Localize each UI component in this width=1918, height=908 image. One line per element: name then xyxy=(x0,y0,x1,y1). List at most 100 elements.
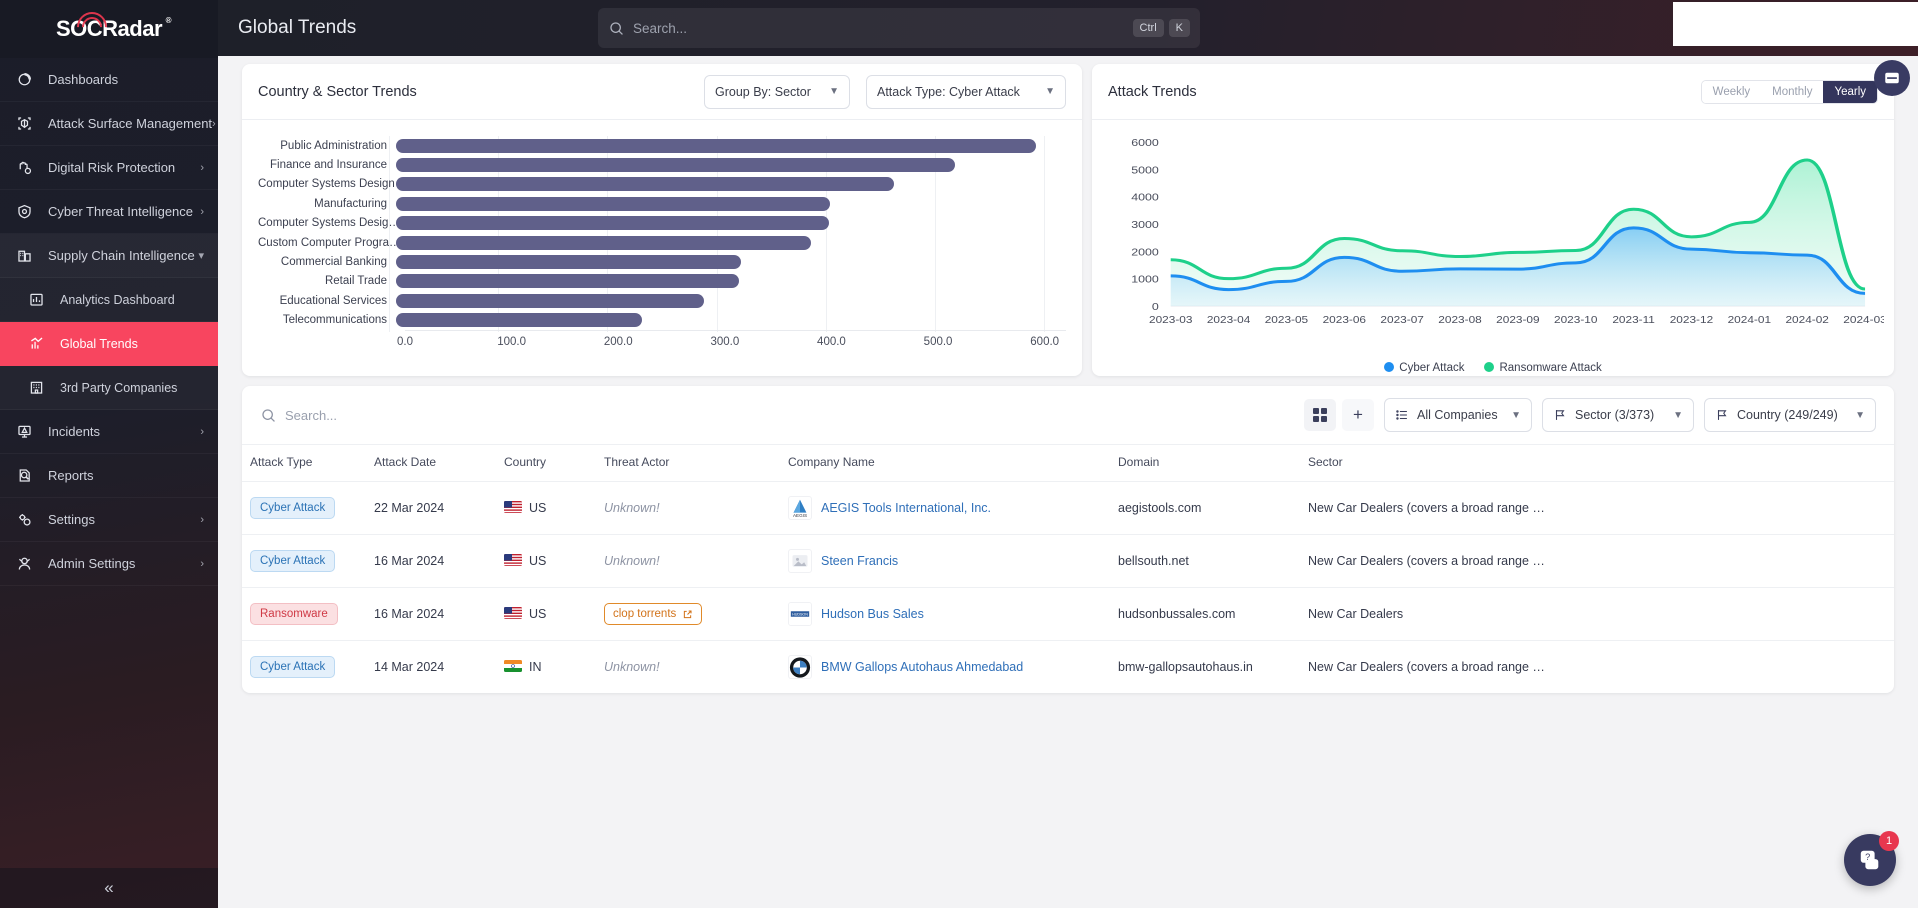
table-column-header[interactable]: Country xyxy=(496,444,596,482)
sidebar-item-label: Dashboards xyxy=(48,72,119,87)
help-widget-button[interactable]: ? 1 xyxy=(1844,831,1899,886)
table-row[interactable]: Cyber Attack 14 Mar 2024 IN Unknown! BMW Gal… xyxy=(242,640,1894,693)
attack-type-badge[interactable]: Ransomware xyxy=(250,603,338,625)
range-monthly-button[interactable]: Monthly xyxy=(1761,80,1824,103)
range-yearly-button[interactable]: Yearly xyxy=(1823,80,1877,103)
sidebar-item-dashboards[interactable]: Dashboards xyxy=(0,58,218,102)
sidebar-item-label: Attack Surface Management xyxy=(48,116,213,131)
bar-track xyxy=(396,175,1066,194)
threat-actor-link[interactable]: clop torrents xyxy=(604,603,703,625)
svg-text:2024-03: 2024-03 xyxy=(1843,315,1884,326)
sidebar-item-label: 3rd Party Companies xyxy=(60,380,178,395)
table-row[interactable]: Cyber Attack 22 Mar 2024 US Unknown! AEGIS AE… xyxy=(242,481,1894,535)
sidebar-item-digital-risk-protection[interactable]: Digital Risk Protection › xyxy=(0,146,218,190)
brand-name: SOCRadar xyxy=(55,16,163,41)
cell-threat-actor: Unknown! xyxy=(596,534,780,588)
sidebar-item-reports[interactable]: Reports xyxy=(0,454,218,498)
company-link[interactable]: Steen Francis xyxy=(821,554,898,568)
table-column-header[interactable]: Threat Actor xyxy=(596,444,780,482)
legend-item[interactable]: Cyber Attack xyxy=(1384,362,1464,374)
country-filter[interactable]: Country (249/249) ▼ xyxy=(1704,398,1876,432)
sidebar-item-analytics-dashboard[interactable]: Analytics Dashboard xyxy=(0,278,218,322)
sidebar-item-cyber-threat-intelligence[interactable]: Cyber Threat Intelligence › xyxy=(0,190,218,234)
chevron-down-icon: ▼ xyxy=(1045,86,1055,97)
table-column-header[interactable]: Company Name xyxy=(780,444,1110,482)
sidebar-item-3rd-party-companies[interactable]: 3rd Party Companies xyxy=(0,366,218,410)
group-by-select[interactable]: Group By: Sector ▼ xyxy=(704,74,850,109)
all-companies-filter[interactable]: All Companies ▼ xyxy=(1384,398,1532,432)
table-search[interactable] xyxy=(256,407,1298,424)
company-link[interactable]: AEGIS Tools International, Inc. xyxy=(821,501,991,515)
attack-type-select[interactable]: Attack Type: Cyber Attack ▼ xyxy=(866,74,1066,109)
flag-in-icon xyxy=(504,660,522,672)
bar-row: Telecommunications xyxy=(258,311,1066,330)
sidebar-collapse-button[interactable]: « xyxy=(0,868,218,908)
trends-icon xyxy=(28,335,54,352)
bar-track xyxy=(396,252,1066,271)
bar-rows: Public Administration Finance and Insuran… xyxy=(258,136,1066,330)
table-search-input[interactable] xyxy=(285,407,685,423)
bar-row: Custom Computer Progra… xyxy=(258,233,1066,252)
svg-text:5000: 5000 xyxy=(1131,165,1159,176)
sidebar-item-incidents[interactable]: Incidents › xyxy=(0,410,218,454)
threat-actor-unknown: Unknown! xyxy=(604,501,660,515)
bar-fill xyxy=(396,274,739,289)
chevron-right-icon: › xyxy=(200,205,204,218)
company-link[interactable]: BMW Gallops Autohaus Ahmedabad xyxy=(821,660,1023,674)
company-link[interactable]: Hudson Bus Sales xyxy=(821,607,924,621)
table-column-header[interactable]: Domain xyxy=(1110,444,1300,482)
svg-text:2023-03: 2023-03 xyxy=(1149,315,1192,326)
threat-actor-name: clop torrents xyxy=(613,608,677,620)
chart-legend: Cyber Attack Ransomware Attack xyxy=(1092,362,1894,374)
grid-view-button[interactable] xyxy=(1304,399,1336,431)
bar-fill xyxy=(396,235,811,250)
search-input[interactable] xyxy=(633,20,1128,36)
cell-company: AEGIS AEGIS Tools International, Inc. xyxy=(780,481,1110,535)
flag-us-icon xyxy=(504,501,522,513)
bar-row: Computer Systems Design… xyxy=(258,175,1066,194)
svg-text:3000: 3000 xyxy=(1131,220,1159,231)
svg-text:0: 0 xyxy=(1152,302,1159,313)
svg-text:1000: 1000 xyxy=(1131,274,1159,285)
sidebar-item-global-trends[interactable]: Global Trends xyxy=(0,322,218,366)
page-title: Global Trends xyxy=(238,17,357,38)
list-icon xyxy=(1396,410,1407,420)
bar-fill xyxy=(396,254,741,269)
legend-item[interactable]: Ransomware Attack xyxy=(1484,362,1602,374)
sidebar: SOCRadar ® Dashboards Attack Surface Mana… xyxy=(0,0,218,908)
sidebar-item-settings[interactable]: Settings › xyxy=(0,498,218,542)
brand-logo[interactable]: SOCRadar ® xyxy=(0,0,218,58)
table-row[interactable]: Cyber Attack 16 Mar 2024 US Unknown! Steen F… xyxy=(242,534,1894,588)
table-filter-bar: + All Companies ▼ xyxy=(242,386,1894,444)
sidebar-item-admin-settings[interactable]: Admin Settings › xyxy=(0,542,218,586)
flag-icon xyxy=(1555,410,1565,420)
attacks-table: Attack Type Attack Date Country Threat Acto… xyxy=(242,444,1894,693)
cti-icon xyxy=(16,203,42,220)
cell-sector: New Car Dealers (covers a broad range … xyxy=(1300,640,1894,693)
bar-row: Computer Systems Desig… xyxy=(258,214,1066,233)
sidebar-item-attack-surface-management[interactable]: Attack Surface Management › xyxy=(0,102,218,146)
bar-fill xyxy=(396,157,955,172)
bar-row: Finance and Insurance xyxy=(258,155,1066,174)
attack-type-badge[interactable]: Cyber Attack xyxy=(250,656,336,678)
analytics-icon xyxy=(28,291,54,308)
global-search[interactable]: Ctrl K xyxy=(598,8,1200,48)
sector-filter[interactable]: Sector (3/373) ▼ xyxy=(1542,398,1694,432)
svg-text:AEGIS: AEGIS xyxy=(793,513,807,518)
sidebar-item-supply-chain-intelligence[interactable]: Supply Chain Intelligence ▾ xyxy=(0,234,218,278)
chat-panel-button[interactable] xyxy=(1874,60,1910,96)
svg-text:HUDSON: HUDSON xyxy=(792,612,808,616)
range-weekly-button[interactable]: Weekly xyxy=(1701,80,1762,103)
company-logo-placeholder xyxy=(788,549,812,573)
svg-text:4000: 4000 xyxy=(1131,192,1159,203)
attack-type-badge[interactable]: Cyber Attack xyxy=(250,497,336,519)
table-row[interactable]: Ransomware 16 Mar 2024 US clop torrents HUDS… xyxy=(242,587,1894,641)
table-column-header[interactable]: Attack Date xyxy=(366,444,496,482)
table-column-header[interactable]: Attack Type xyxy=(242,444,366,482)
attack-type-badge[interactable]: Cyber Attack xyxy=(250,550,336,572)
add-column-button[interactable]: + xyxy=(1342,399,1374,431)
bar-x-tick: 0.0 xyxy=(397,335,413,348)
table-body: Cyber Attack 22 Mar 2024 US Unknown! AEGIS AE… xyxy=(242,481,1894,693)
table-column-header[interactable]: Sector xyxy=(1300,444,1894,482)
cell-sector: New Car Dealers (covers a broad range … xyxy=(1300,534,1894,588)
